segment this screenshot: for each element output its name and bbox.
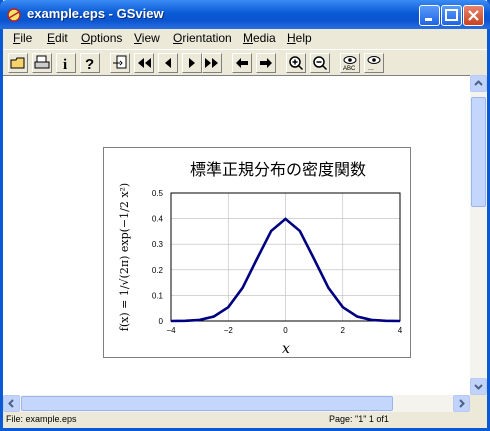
scroll-up-button[interactable] <box>470 75 487 92</box>
menu-bar: File Edit Options View Orientation Media Help <box>3 29 487 48</box>
y-tick-label: 0.3 <box>152 240 164 249</box>
x-tick-label: 2 <box>341 326 346 335</box>
horizontal-scroll-thumb[interactable] <box>21 396 393 411</box>
y-tick-label: 0.4 <box>152 215 164 224</box>
menu-edit[interactable]: Edit <box>47 31 68 45</box>
vertical-scroll-thumb[interactable] <box>471 97 486 207</box>
maximize-icon <box>445 9 458 21</box>
x-tick-label: 0 <box>283 326 288 335</box>
status-page: Page: "1" 1 of1 <box>329 414 389 424</box>
y-axis-label: f(x) = 1/√(2π) exp(−1/2 x²) <box>118 183 131 331</box>
menu-file[interactable]: File <box>13 31 32 45</box>
next-page-button[interactable] <box>182 53 202 73</box>
rewind-icon <box>138 58 151 68</box>
y-tick-label: 0.1 <box>152 291 164 300</box>
fast-forward-icon <box>205 58 218 68</box>
arrow-right-icon <box>260 58 272 68</box>
help-button[interactable]: ? <box>80 53 100 73</box>
previous-icon <box>165 58 171 68</box>
zoom-out-button[interactable] <box>310 53 330 73</box>
last-page-button[interactable] <box>202 53 222 73</box>
find-next-button[interactable]: ... <box>364 53 384 73</box>
open-button[interactable] <box>8 53 28 73</box>
menu-orientation[interactable]: Orientation <box>173 31 232 45</box>
scroll-down-button[interactable] <box>470 378 487 395</box>
scroll-right-button[interactable] <box>453 395 470 412</box>
zoom-in-icon <box>289 56 304 71</box>
svg-text:?: ? <box>85 56 94 71</box>
hand-page-icon <box>113 55 127 69</box>
previous-page-button[interactable] <box>158 53 178 73</box>
status-bar: File: example.eps Page: "1" 1 of1 <box>3 412 487 428</box>
x-tick-label: −4 <box>166 326 176 335</box>
x-axis-label: x <box>282 341 290 357</box>
eye-abc-icon: ABC <box>343 56 357 71</box>
close-icon <box>468 10 479 21</box>
zoom-in-button[interactable] <box>286 53 306 73</box>
info-icon: i <box>63 57 67 71</box>
gsview-app-icon[interactable] <box>6 7 22 23</box>
first-page-button[interactable] <box>134 53 154 73</box>
close-button[interactable] <box>463 5 484 26</box>
scroll-left-button[interactable] <box>3 395 20 412</box>
svg-text:ABC: ABC <box>343 66 356 71</box>
y-tick-label: 0.2 <box>152 266 164 275</box>
x-tick-label: 4 <box>398 326 403 335</box>
print-button[interactable] <box>32 53 52 73</box>
chart-grid <box>170 192 401 322</box>
forward-button[interactable] <box>256 53 276 73</box>
arrow-left-icon <box>236 58 248 68</box>
chevron-right-icon <box>459 399 465 408</box>
zoom-out-icon <box>313 56 328 71</box>
menu-view[interactable]: View <box>134 31 160 45</box>
menu-options[interactable]: Options <box>81 31 122 45</box>
gsview-window: example.eps - GSview File Edit Options View… <box>0 0 490 431</box>
menu-help[interactable]: Help <box>287 31 312 45</box>
question-icon: ? <box>85 56 94 71</box>
eye-dots-icon: ... <box>367 56 381 71</box>
vertical-scrollbar[interactable] <box>470 75 487 395</box>
next-icon <box>189 58 195 68</box>
toolbar: i ? ABC ... <box>3 49 487 76</box>
svg-text:...: ... <box>368 65 374 71</box>
chart-svg: −4 −2 0 2 4 0 0.1 0.2 0.3 0.4 0.5 x f(x) = 1/√(2π)… <box>118 183 403 357</box>
chevron-up-icon <box>474 80 483 86</box>
chevron-left-icon <box>8 399 14 408</box>
chart-figure: 標準正規分布の密度関数 −4 −2 0 2 4 0 0.1 0.2 0.3 0.4 0.5 x f(… <box>103 147 411 358</box>
goto-page-button[interactable] <box>110 53 130 73</box>
x-tick-label: −2 <box>224 326 234 335</box>
title-bar[interactable]: example.eps - GSview <box>0 0 490 29</box>
menu-media[interactable]: Media <box>243 31 276 45</box>
document-view[interactable]: 標準正規分布の密度関数 −4 −2 0 2 4 0 0.1 0.2 0.3 0.4 0.5 x f(… <box>3 75 470 396</box>
back-button[interactable] <box>232 53 252 73</box>
minimize-icon <box>425 18 432 21</box>
open-folder-icon <box>10 57 25 69</box>
horizontal-scrollbar[interactable] <box>3 395 470 412</box>
y-tick-label: 0.5 <box>152 189 164 198</box>
info-button[interactable]: i <box>56 53 76 73</box>
y-tick-label: 0 <box>159 317 164 326</box>
status-file: File: example.eps <box>6 414 77 424</box>
svg-text:i: i <box>63 57 67 71</box>
minimize-button[interactable] <box>419 5 440 26</box>
window-title: example.eps - GSview <box>27 6 164 21</box>
find-text-button[interactable]: ABC <box>340 53 360 73</box>
printer-icon <box>34 55 50 69</box>
maximize-button[interactable] <box>441 5 462 26</box>
scrollbar-corner <box>470 395 487 412</box>
chevron-down-icon <box>474 384 483 390</box>
